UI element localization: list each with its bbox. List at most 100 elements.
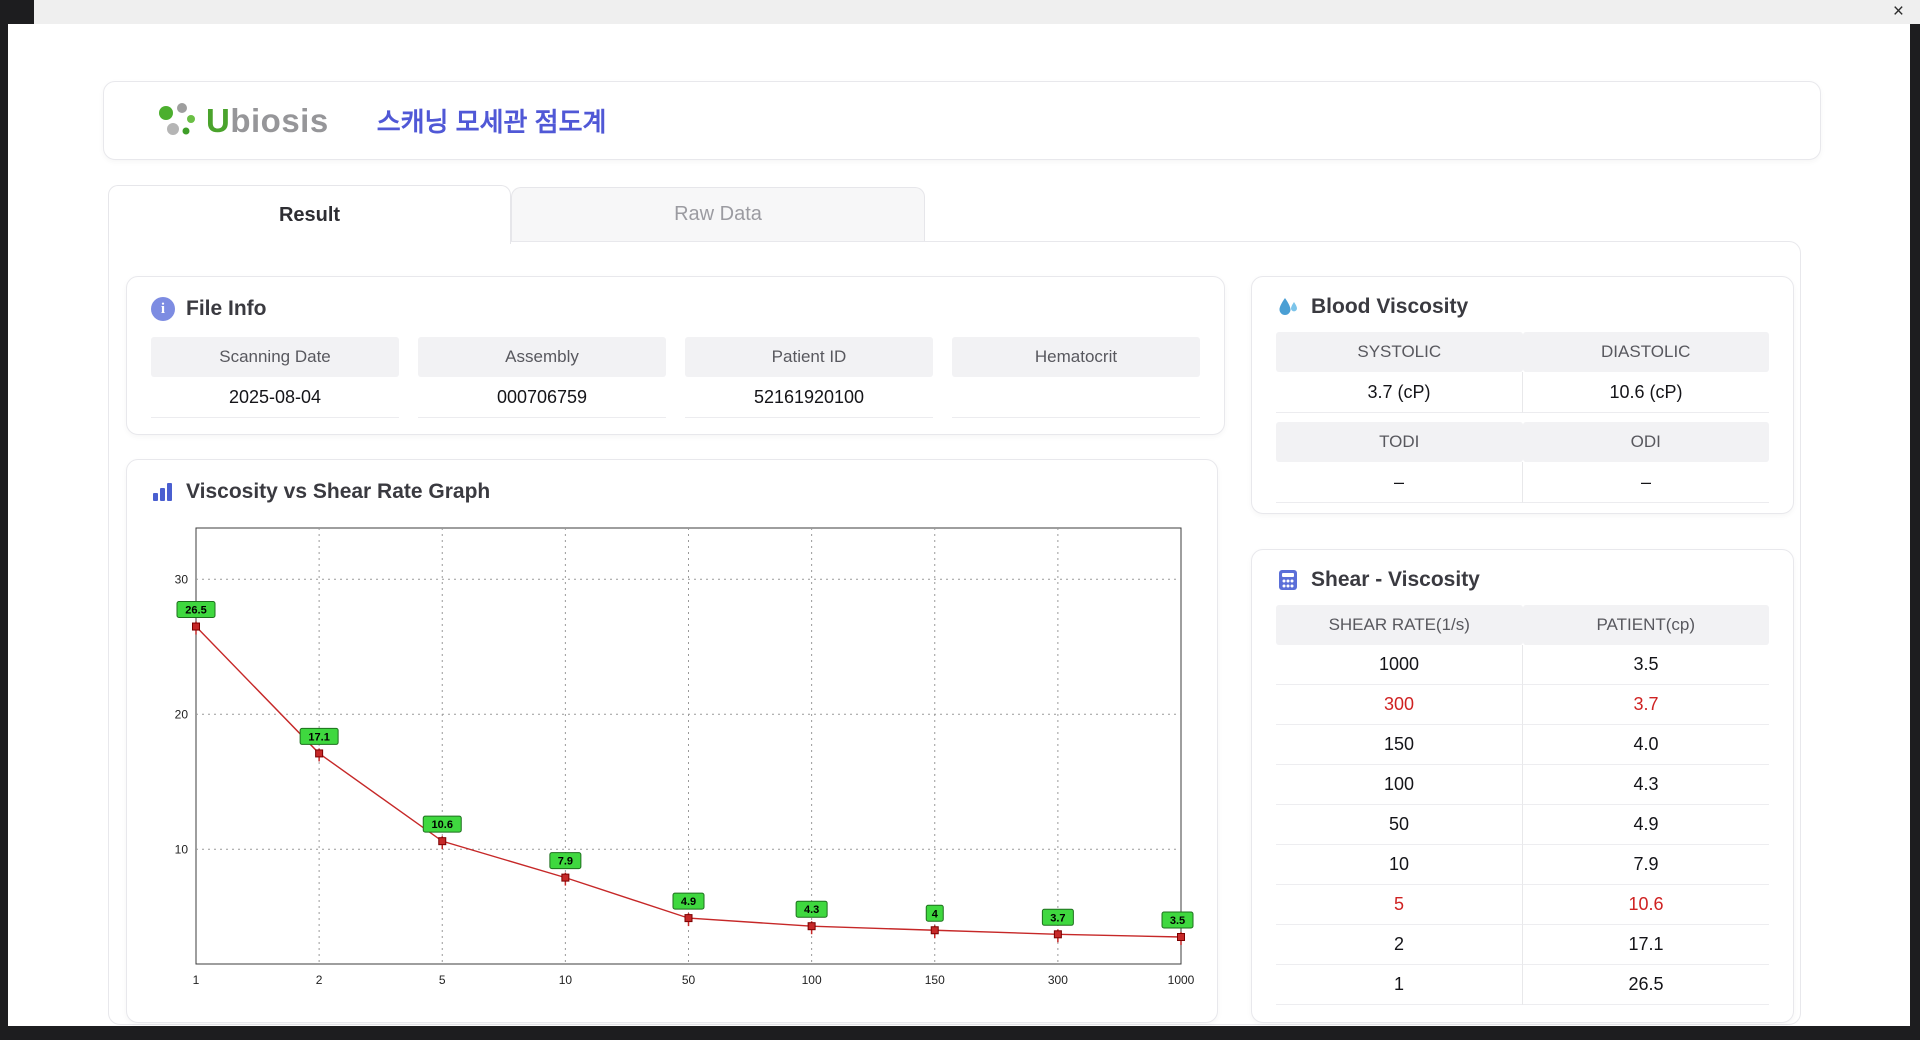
patient-cell: 4.0	[1523, 725, 1769, 765]
bv-header-row: SYSTOLIC DIASTOLIC	[1276, 332, 1769, 372]
shear-cell: 5	[1276, 885, 1523, 925]
ubiosis-logo: Ubiosis	[152, 98, 329, 144]
calculator-icon	[1279, 570, 1297, 590]
patient-cell: 4.3	[1523, 765, 1769, 805]
tab-result[interactable]: Result	[108, 185, 511, 244]
svg-text:10: 10	[175, 842, 189, 856]
field-value: 52161920100	[685, 377, 933, 418]
shear-cell: 300	[1276, 685, 1523, 725]
svg-text:3.7: 3.7	[1050, 912, 1065, 924]
field-label: Patient ID	[685, 337, 933, 377]
svg-text:10.6: 10.6	[432, 819, 453, 831]
file-info-fields: Scanning Date 2025-08-04 Assembly 000706…	[151, 337, 1200, 418]
field-label: Scanning Date	[151, 337, 399, 377]
field-value	[952, 377, 1200, 418]
field-scanning-date: Scanning Date 2025-08-04	[151, 337, 399, 418]
table-row: 100 4.3	[1276, 765, 1769, 805]
tab-raw-data[interactable]: Raw Data	[511, 187, 925, 241]
header-card: Ubiosis 스캐닝 모세관 점도계	[103, 81, 1821, 160]
svg-text:26.5: 26.5	[185, 605, 206, 617]
table-row: 1000 3.5	[1276, 645, 1769, 685]
svg-text:2: 2	[316, 973, 323, 987]
field-assembly: Assembly 000706759	[418, 337, 666, 418]
blood-viscosity-title: Blood Viscosity	[1276, 295, 1769, 319]
svg-text:4.9: 4.9	[681, 896, 696, 908]
svg-text:17.1: 17.1	[308, 731, 329, 743]
svg-text:1000: 1000	[1168, 973, 1195, 987]
patient-cell: 26.5	[1523, 965, 1769, 1005]
shear-cell: 2	[1276, 925, 1523, 965]
shear-cell: 150	[1276, 725, 1523, 765]
bv-value-todi: –	[1276, 462, 1523, 503]
patient-cell: 4.9	[1523, 805, 1769, 845]
table-row: 300 3.7	[1276, 685, 1769, 725]
droplet-icon	[1279, 298, 1297, 315]
shear-viscosity-title: Shear - Viscosity	[1276, 568, 1769, 592]
bv-value-row: 3.7 (cP) 10.6 (cP)	[1276, 372, 1769, 413]
field-label: Hematocrit	[952, 337, 1200, 377]
svg-text:300: 300	[1048, 973, 1068, 987]
patient-cell: 3.7	[1523, 685, 1769, 725]
bv-label-todi: TODI	[1276, 422, 1523, 462]
svg-text:30: 30	[175, 572, 189, 586]
viscosity-chart: 1 2 5 10 50 100 150 300 1000 10 20 30 26.5 17.1 10.6 7.…	[175, 527, 1195, 987]
patient-cell: 17.1	[1523, 925, 1769, 965]
bv-value-systolic: 3.7 (cP)	[1276, 372, 1523, 413]
shear-cell: 1	[1276, 965, 1523, 1005]
svg-text:5: 5	[439, 973, 446, 987]
table-row: 1 26.5	[1276, 965, 1769, 1005]
file-info-title: i File Info	[151, 297, 1200, 321]
patient-cell: 10.6	[1523, 885, 1769, 925]
shear-viscosity-card: Shear - Viscosity SHEAR RATE(1/s) PATIEN…	[1251, 549, 1794, 1023]
bv-label-odi: ODI	[1522, 422, 1769, 462]
field-value: 000706759	[418, 377, 666, 418]
svg-text:1: 1	[193, 973, 200, 987]
col-patient: PATIENT(cp)	[1522, 605, 1769, 645]
page-title: 스캐닝 모세관 점도계	[376, 107, 607, 137]
file-info-card: i File Info Scanning Date 2025-08-04 Ass…	[126, 276, 1225, 435]
table-row: 5 10.6	[1276, 885, 1769, 925]
field-patient-id: Patient ID 52161920100	[685, 337, 933, 418]
shear-viscosity-table: SHEAR RATE(1/s) PATIENT(cp) 1000 3.5 300 3…	[1276, 605, 1769, 1005]
svg-text:4: 4	[932, 908, 939, 920]
bv-value-diastolic: 10.6 (cP)	[1523, 372, 1769, 413]
table-header-row: SHEAR RATE(1/s) PATIENT(cp)	[1276, 605, 1769, 645]
patient-cell: 7.9	[1523, 845, 1769, 885]
graph-title: Viscosity vs Shear Rate Graph	[151, 480, 1193, 504]
chart-area: 1 2 5 10 50 100 150 300 1000 10 20 30 26.5 17.1 10.6 7.…	[151, 518, 1195, 1001]
svg-text:4.3: 4.3	[804, 904, 819, 916]
bv-value-odi: –	[1523, 462, 1769, 503]
svg-text:150: 150	[925, 973, 945, 987]
viscosity-graph-card: Viscosity vs Shear Rate Graph 1 2 5 10 50 100…	[126, 459, 1218, 1023]
blood-viscosity-card: Blood Viscosity SYSTOLIC DIASTOLIC 3.7 (…	[1251, 276, 1794, 514]
bv-header-row: TODI ODI	[1276, 422, 1769, 462]
shear-cell: 10	[1276, 845, 1523, 885]
bv-value-row: – –	[1276, 462, 1769, 503]
field-hematocrit: Hematocrit	[952, 337, 1200, 418]
info-icon: i	[151, 297, 175, 321]
logo-leaf-icon	[159, 102, 195, 135]
table-row: 50 4.9	[1276, 805, 1769, 845]
svg-text:3.5: 3.5	[1170, 915, 1185, 927]
blood-viscosity-grid: SYSTOLIC DIASTOLIC 3.7 (cP) 10.6 (cP) TO…	[1276, 332, 1769, 503]
field-label: Assembly	[418, 337, 666, 377]
bv-label-systolic: SYSTOLIC	[1276, 332, 1523, 372]
bar-chart-icon	[153, 483, 172, 501]
patient-cell: 3.5	[1523, 645, 1769, 685]
window-titlebar: ×	[34, 0, 1920, 24]
shear-cell: 1000	[1276, 645, 1523, 685]
table-row: 2 17.1	[1276, 925, 1769, 965]
field-value: 2025-08-04	[151, 377, 399, 418]
logo-text: Ubiosis	[206, 101, 329, 139]
table-row: 10 7.9	[1276, 845, 1769, 885]
bv-label-diastolic: DIASTOLIC	[1522, 332, 1769, 372]
table-row: 150 4.0	[1276, 725, 1769, 765]
close-icon[interactable]: ×	[1893, 0, 1904, 24]
svg-text:50: 50	[682, 973, 696, 987]
shear-cell: 100	[1276, 765, 1523, 805]
svg-text:20: 20	[175, 707, 189, 721]
shear-cell: 50	[1276, 805, 1523, 845]
col-shear-rate: SHEAR RATE(1/s)	[1276, 605, 1523, 645]
svg-text:100: 100	[802, 973, 822, 987]
svg-text:10: 10	[559, 973, 573, 987]
